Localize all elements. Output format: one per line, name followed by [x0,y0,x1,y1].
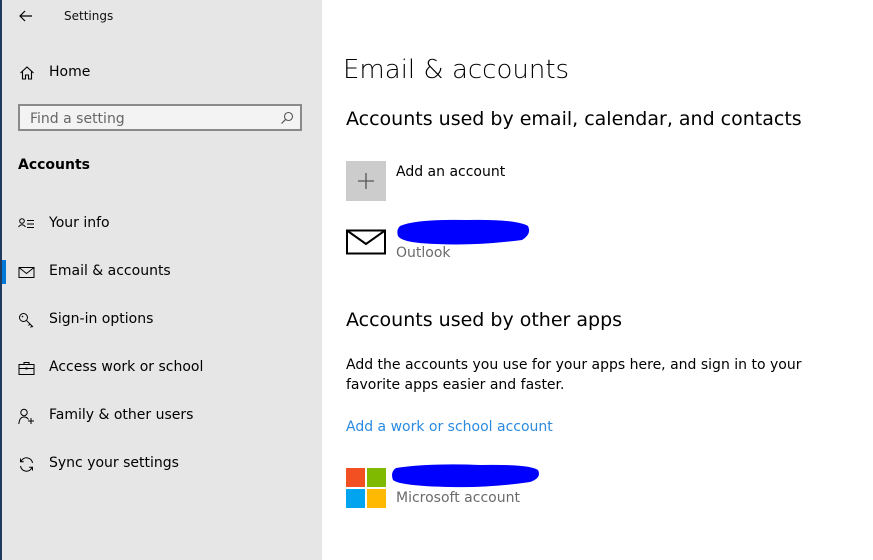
sidebar-item-label: Family & other users [49,407,194,423]
apps-section-heading: Accounts used by other apps [346,309,623,331]
sidebar-item-access-work[interactable]: Access work or school [2,348,322,388]
nav-home[interactable]: Home [2,58,322,88]
sidebar-item-sync-settings[interactable]: Sync your settings [2,444,322,484]
sidebar-item-family-users[interactable]: Family & other users [2,396,322,436]
main-content: Email & accounts Accounts used by email,… [322,0,873,560]
selection-indicator [2,260,6,284]
search-box [18,104,302,131]
mail-icon [346,229,386,255]
apps-section-description: Add the accounts you use for your apps h… [346,357,802,393]
microsoft-logo-icon [346,468,386,508]
plus-tile [346,161,386,201]
add-account-label: Add an account [396,164,506,180]
sidebar: Settings Home Accounts Your info Email &… [2,0,322,560]
sidebar-item-label: Access work or school [49,359,204,375]
app-title: Settings [64,9,114,23]
sidebar-item-label: Sign-in options [49,311,154,327]
sidebar-item-label: Your info [49,215,110,231]
home-icon [20,66,34,80]
email-section-heading: Accounts used by email, calendar, and co… [346,108,802,130]
sidebar-item-email-accounts[interactable]: Email & accounts [2,252,322,292]
add-work-school-link[interactable]: Add a work or school account [346,419,553,435]
microsoft-account-item[interactable]: Microsoft account [346,462,666,512]
page-title: Email & accounts [343,55,570,85]
sync-icon [20,457,33,472]
search-icon[interactable] [280,111,294,125]
person-add-icon [18,408,34,425]
outlook-account-item[interactable]: Outlook [346,216,666,266]
sidebar-section-heading: Accounts [18,157,91,173]
contact-info-icon [18,218,34,228]
redacted-email-mark [397,219,530,245]
add-account-button[interactable]: Add an account [346,161,646,203]
redacted-email-mark [392,464,539,488]
search-input[interactable] [28,108,277,129]
key-icon [19,313,34,328]
sidebar-item-your-info[interactable]: Your info [2,204,322,244]
mail-icon [18,267,35,278]
account-type-label: Outlook [396,245,451,261]
account-type-label: Microsoft account [396,490,520,506]
sidebar-item-label: Sync your settings [49,455,179,471]
title-bar: Settings [2,0,322,32]
plus-icon [358,173,374,189]
back-button[interactable] [12,4,40,28]
sidebar-item-sign-in-options[interactable]: Sign-in options [2,300,322,340]
nav-home-label: Home [49,64,91,80]
arrow-left-icon [19,10,32,22]
briefcase-icon [18,362,35,375]
sidebar-item-label: Email & accounts [49,263,171,279]
